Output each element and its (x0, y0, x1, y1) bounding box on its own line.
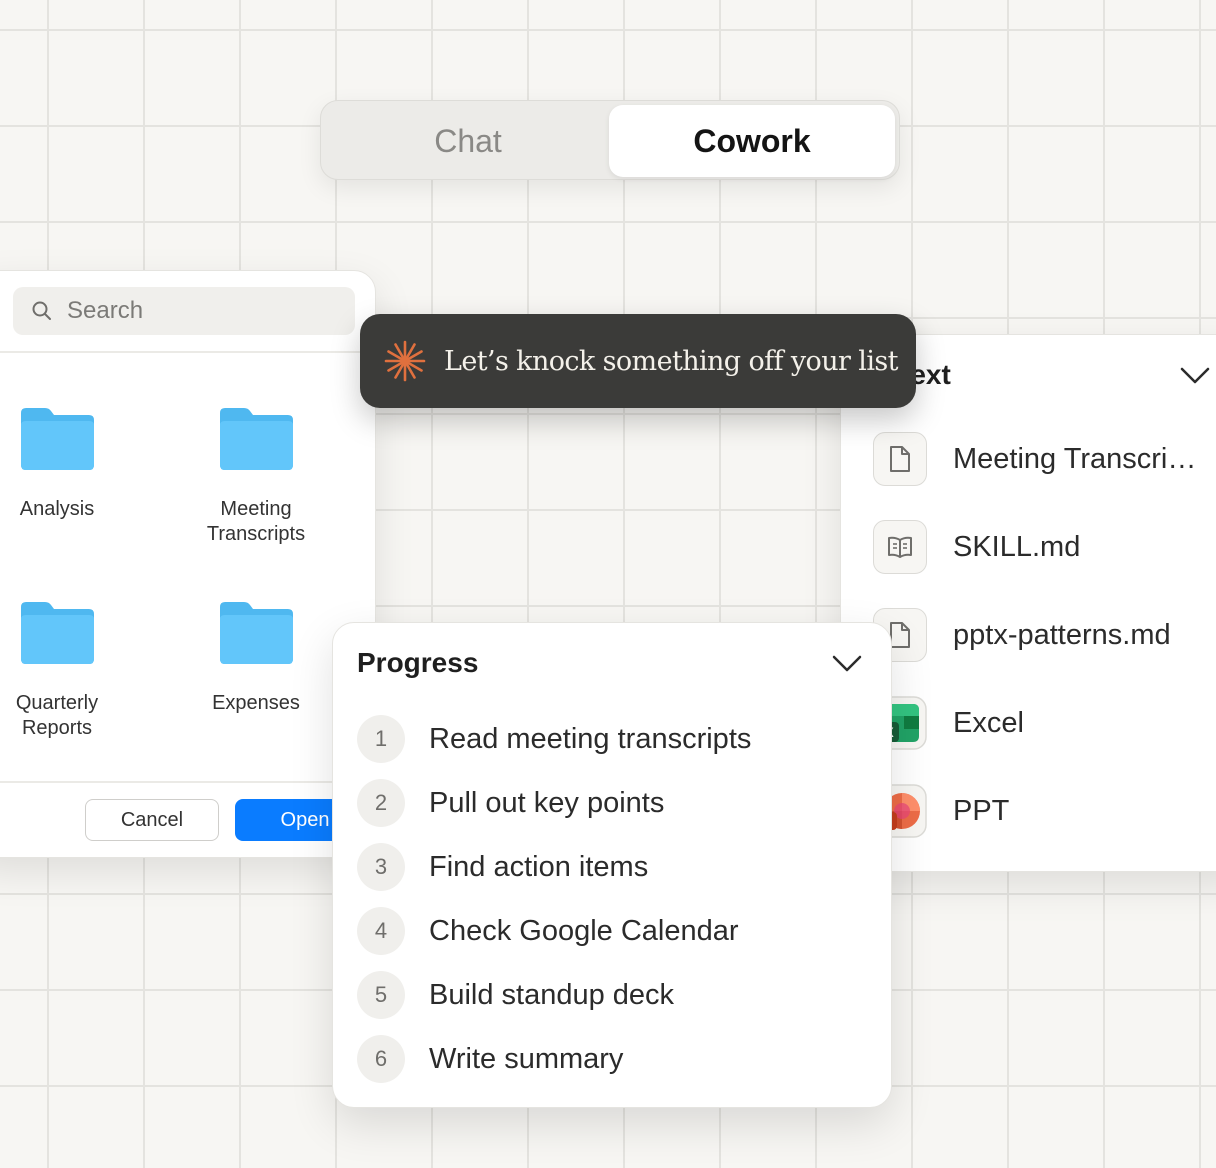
progress-panel-title: Progress (357, 647, 479, 678)
sparkle-burst-icon (384, 340, 426, 382)
progress-step: 6 Write summary (357, 1035, 623, 1083)
step-label: Find action items (429, 850, 649, 883)
folder-analysis[interactable]: Analysis (0, 405, 137, 522)
document-icon (873, 432, 927, 486)
progress-panel: Progress 1 Read meeting transcripts 2 Pu… (332, 622, 892, 1108)
mode-toggle: Chat Cowork (320, 100, 900, 180)
tab-cowork[interactable]: Cowork (609, 105, 895, 177)
cancel-button[interactable]: Cancel (85, 799, 219, 841)
context-item-meeting-transcripts[interactable]: Meeting Transcripts (873, 430, 1216, 488)
folder-label: Analysis (19, 498, 95, 520)
progress-step: 3 Find action items (357, 843, 648, 891)
folder-label: Expenses (212, 692, 300, 714)
context-item-label: Excel (953, 706, 1024, 739)
book-icon (873, 520, 927, 574)
folder-label: Meeting Transcripts (206, 498, 306, 545)
folder-icon (220, 408, 293, 470)
chevron-down-icon[interactable] (831, 653, 863, 673)
file-picker-dialog: Analysis Meeting Transcripts Quarterly R… (0, 270, 376, 858)
step-label: Check Google Calendar (429, 914, 739, 947)
progress-step: 1 Read meeting transcripts (357, 715, 751, 763)
context-item-pptx-patterns[interactable]: pptx-patterns.md (873, 606, 1216, 664)
step-number: 4 (357, 907, 405, 955)
step-number: 5 (357, 971, 405, 1019)
tab-chat[interactable]: Chat (325, 105, 611, 177)
step-label: Read meeting transcripts (429, 722, 752, 755)
folder-icon (21, 602, 94, 664)
context-item-label: Meeting Transcripts (953, 442, 1203, 475)
chevron-down-icon[interactable] (1179, 365, 1211, 385)
folder-icon (21, 408, 94, 470)
context-item-label: pptx-patterns.md (953, 618, 1171, 651)
tooltip-text: Let’s knock something off your list (444, 345, 898, 377)
context-panel: text Meeting Transcripts SKILL.md pptx-p… (840, 334, 1216, 872)
folder-expenses[interactable]: Expenses (176, 599, 336, 716)
folder-quarterly-reports[interactable]: Quarterly Reports (0, 599, 137, 741)
search-icon (32, 301, 51, 320)
progress-step: 5 Build standup deck (357, 971, 674, 1019)
step-label: Write summary (429, 1042, 624, 1075)
step-label: Build standup deck (429, 978, 675, 1011)
step-number: 1 (357, 715, 405, 763)
step-number: 3 (357, 843, 405, 891)
step-number: 2 (357, 779, 405, 827)
search-input[interactable] (65, 296, 339, 326)
folder-meeting-transcripts[interactable]: Meeting Transcripts (176, 405, 336, 547)
divider (0, 351, 375, 353)
step-label: Pull out key points (429, 786, 665, 819)
context-item-skill[interactable]: SKILL.md (873, 518, 1216, 576)
context-item-label: PPT (953, 794, 1010, 827)
step-number: 6 (357, 1035, 405, 1083)
context-item-excel[interactable]: X Excel (873, 694, 1216, 752)
greeting-tooltip: Let’s knock something off your list (360, 314, 916, 408)
progress-step: 4 Check Google Calendar (357, 907, 739, 955)
divider (0, 781, 375, 783)
progress-step: 2 Pull out key points (357, 779, 664, 827)
context-item-ppt[interactable]: P PPT (873, 782, 1216, 840)
search-box[interactable] (13, 287, 355, 335)
folder-icon (220, 602, 293, 664)
folder-label: Quarterly Reports (15, 692, 99, 739)
context-item-label: SKILL.md (953, 530, 1081, 563)
